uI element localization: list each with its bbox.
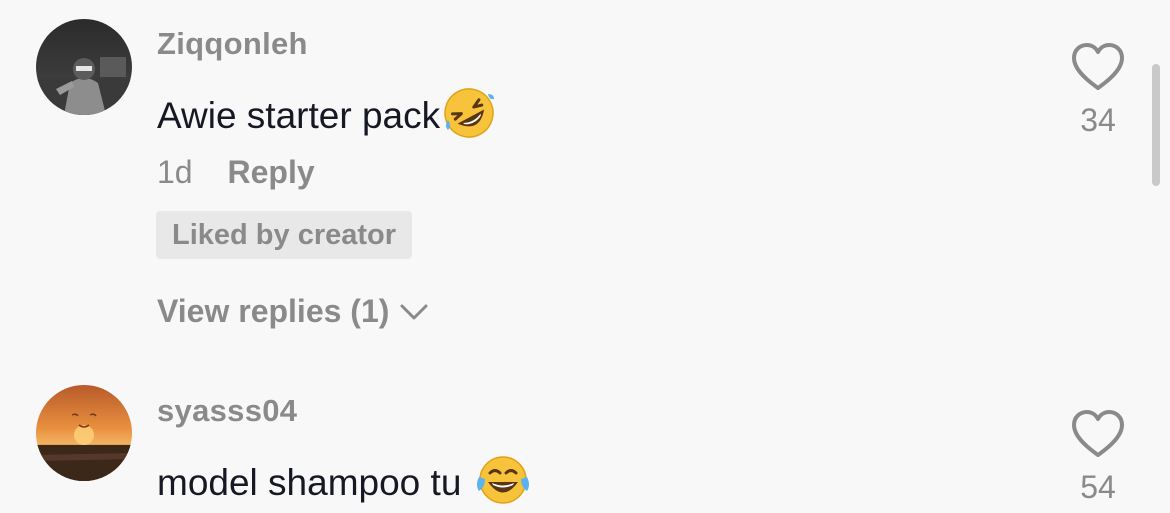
like-count: 54 [1080, 469, 1116, 505]
scrollbar-thumb[interactable] [1152, 64, 1160, 186]
comment-item: Ziqqonleh Awie starter pack 1d Reply Lik… [0, 0, 1170, 365]
face-with-tears-of-joy-emoji-icon [475, 455, 531, 513]
chevron-down-icon [400, 304, 428, 319]
view-replies-label: View replies (1) [157, 293, 390, 329]
heart-outline-icon [1072, 43, 1124, 90]
comment-item: syasss04 model shampoo tu 54 [0, 365, 1170, 513]
like-button[interactable]: 54 [1066, 409, 1130, 506]
avatar[interactable] [36, 19, 132, 115]
username[interactable]: Ziqqonleh [157, 26, 308, 62]
comment-timestamp: 1d [157, 154, 193, 190]
rolling-on-floor-laughing-emoji-icon [442, 86, 496, 149]
comment-text: model shampoo tu [157, 453, 531, 512]
comment-text-body: Awie starter pack [157, 94, 441, 136]
liked-by-creator-badge: Liked by creator [156, 211, 413, 259]
heart-outline-icon [1072, 410, 1124, 457]
reply-button[interactable]: Reply [227, 154, 314, 190]
view-replies-button[interactable]: View replies (1) [157, 293, 429, 330]
comment-meta: 1d Reply [157, 154, 315, 191]
like-button[interactable]: 34 [1066, 42, 1130, 139]
username[interactable]: syasss04 [157, 393, 297, 429]
comment-text-body: model shampoo tu [157, 461, 462, 503]
avatar[interactable] [36, 385, 132, 481]
comments-panel: Ziqqonleh Awie starter pack 1d Reply Lik… [0, 0, 1170, 513]
comment-text: Awie starter pack [157, 84, 496, 147]
like-count: 34 [1080, 102, 1116, 138]
